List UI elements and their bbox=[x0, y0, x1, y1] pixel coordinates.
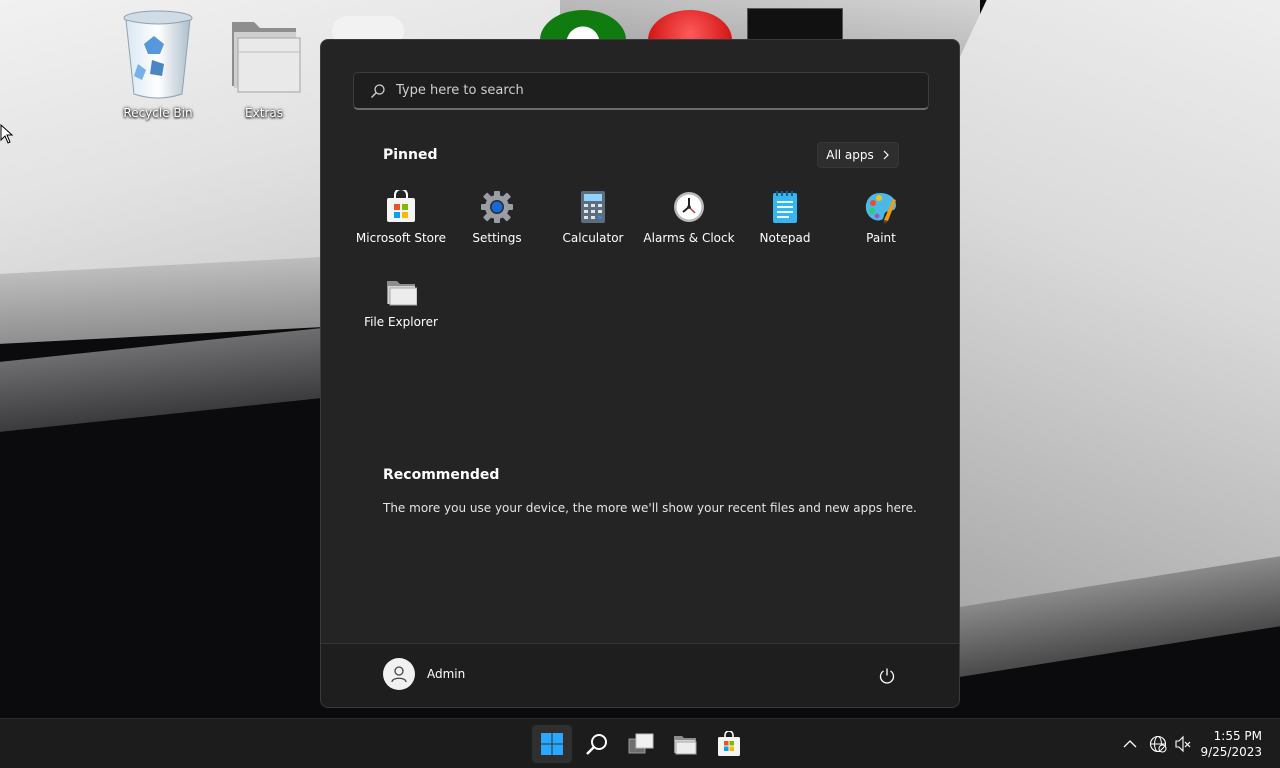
pinned-app-calculator[interactable]: Calculator bbox=[545, 186, 641, 270]
network-button[interactable] bbox=[1149, 735, 1167, 753]
notepad-icon bbox=[768, 190, 802, 224]
pinned-app-label: Microsoft Store bbox=[355, 231, 447, 245]
pinned-app-file-explorer[interactable]: File Explorer bbox=[353, 270, 449, 354]
recommended-title: Recommended bbox=[383, 467, 500, 483]
pinned-app-label: Calculator bbox=[562, 231, 624, 245]
pinned-app-label: File Explorer bbox=[364, 315, 438, 329]
gear-icon bbox=[480, 190, 514, 224]
all-apps-label: All apps bbox=[826, 148, 874, 162]
taskbar-microsoft-store[interactable] bbox=[709, 725, 749, 763]
clock-date: 9/25/2023 bbox=[1200, 745, 1262, 759]
pinned-app-paint[interactable]: Paint bbox=[833, 186, 929, 270]
pinned-apps-grid: Microsoft Store Settings Calculator Alar… bbox=[353, 186, 929, 354]
chevron-right-icon bbox=[883, 150, 889, 160]
speaker-muted-icon bbox=[1175, 735, 1191, 753]
user-name: Admin bbox=[427, 667, 466, 681]
volume-button[interactable] bbox=[1174, 735, 1192, 753]
desktop-icon-extras[interactable]: Extras bbox=[216, 8, 312, 120]
pinned-app-microsoft-store[interactable]: Microsoft Store bbox=[353, 186, 449, 270]
windows-logo-icon bbox=[541, 733, 563, 755]
pinned-app-label: Settings bbox=[472, 231, 522, 245]
task-view-icon bbox=[628, 733, 654, 754]
user-icon bbox=[391, 666, 407, 683]
pinned-title: Pinned bbox=[383, 147, 438, 163]
taskbar-search-button[interactable] bbox=[577, 725, 617, 763]
store-icon bbox=[384, 190, 418, 224]
start-menu-footer: Admin bbox=[321, 643, 959, 707]
folder-icon bbox=[224, 8, 304, 100]
avatar bbox=[383, 658, 415, 690]
clock-time: 1:55 PM bbox=[1213, 729, 1262, 743]
mouse-cursor-icon bbox=[0, 124, 14, 144]
pinned-app-label: Paint bbox=[866, 231, 896, 245]
show-hidden-icons-button[interactable] bbox=[1121, 735, 1139, 753]
chevron-up-icon bbox=[1123, 740, 1137, 748]
recommended-message: The more you use your device, the more w… bbox=[383, 501, 917, 515]
folder-icon bbox=[674, 736, 697, 755]
pinned-app-label: Alarms & Clock bbox=[643, 231, 735, 245]
search-icon bbox=[371, 83, 385, 98]
folder-icon bbox=[384, 274, 418, 308]
paint-icon bbox=[864, 190, 898, 224]
power-icon bbox=[879, 668, 895, 684]
start-button[interactable] bbox=[532, 725, 572, 763]
all-apps-button[interactable]: All apps bbox=[817, 142, 899, 168]
pinned-app-notepad[interactable]: Notepad bbox=[737, 186, 833, 270]
recycle-bin-icon bbox=[118, 8, 198, 100]
clock-icon bbox=[672, 190, 706, 224]
start-menu: Pinned All apps Microsoft Store bbox=[320, 39, 960, 708]
user-account-button[interactable]: Admin bbox=[383, 658, 465, 690]
desktop-icon-label: Recycle Bin bbox=[123, 106, 193, 120]
pinned-app-label: Notepad bbox=[759, 231, 811, 245]
power-button[interactable] bbox=[875, 664, 899, 688]
wallpaper-shape bbox=[960, 0, 1280, 620]
wallpaper-shape bbox=[0, 326, 340, 434]
taskbar-file-explorer[interactable] bbox=[665, 725, 705, 763]
search-box[interactable] bbox=[353, 72, 929, 110]
desktop-icon-label: Extras bbox=[245, 106, 283, 120]
pinned-app-alarms-clock[interactable]: Alarms & Clock bbox=[641, 186, 737, 270]
taskbar-clock[interactable]: 1:55 PM 9/25/2023 bbox=[1200, 728, 1262, 760]
calculator-icon bbox=[576, 190, 610, 224]
store-icon bbox=[718, 731, 740, 756]
search-input[interactable] bbox=[396, 83, 896, 98]
desktop-icon-recycle-bin[interactable]: Recycle Bin bbox=[110, 8, 206, 120]
taskbar: 1:55 PM 9/25/2023 bbox=[0, 718, 1280, 768]
search-icon bbox=[586, 734, 607, 755]
pinned-app-settings[interactable]: Settings bbox=[449, 186, 545, 270]
task-view-button[interactable] bbox=[621, 725, 661, 763]
globe-icon bbox=[1149, 735, 1167, 753]
